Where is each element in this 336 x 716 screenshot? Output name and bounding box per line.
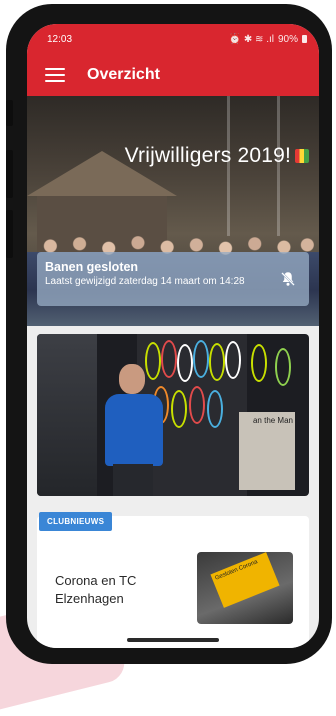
emoji-flag-icon — [295, 149, 309, 163]
racket — [177, 344, 193, 382]
status-indicator-icons: ⏰ ✱ ≋ .ıl — [228, 33, 274, 45]
closed-sign: Gesloten Corona — [210, 552, 280, 608]
screen: 12:03 ⏰ ✱ ≋ .ıl 90% Overzicht Vrijwillig… — [27, 24, 319, 648]
status-icons: ⏰ ✱ ≋ .ıl 90% — [229, 34, 307, 45]
bell-off-icon[interactable] — [279, 270, 297, 288]
shop-employee — [99, 364, 169, 496]
photo-card[interactable]: an the Man — [37, 334, 309, 496]
phone-frame: 12:03 ⏰ ✱ ≋ .ıl 90% Overzicht Vrijwillig… — [6, 4, 332, 664]
status-bar: 12:03 ⏰ ✱ ≋ .ıl 90% — [27, 24, 319, 54]
news-card[interactable]: CLUBNIEUWS Corona en TC Elzenhagen Geslo… — [37, 512, 309, 648]
racket — [251, 344, 267, 382]
racket — [189, 386, 205, 424]
court-status-notice[interactable]: Banen gesloten Laatst gewijzigd zaterdag… — [37, 252, 309, 306]
home-indicator[interactable] — [127, 638, 219, 642]
racket — [209, 343, 225, 381]
side-button — [6, 100, 13, 126]
app-bar: Overzicht — [27, 54, 319, 96]
racket — [275, 348, 291, 386]
news-title: Corona en TC Elzenhagen — [55, 573, 137, 606]
battery-icon — [302, 35, 307, 43]
hero-title: Vrijwilligers 2019! — [125, 144, 309, 168]
notice-subtitle: Laatst gewijzigd zaterdag 14 maart om 14… — [45, 276, 245, 287]
news-thumbnail: Gesloten Corona — [197, 552, 293, 624]
poster-text: an the Man — [252, 416, 293, 425]
volume-up-button — [6, 150, 13, 198]
hamburger-menu-icon[interactable] — [45, 68, 65, 82]
racket — [193, 340, 209, 378]
store-shelf — [37, 334, 97, 496]
volume-down-button — [6, 210, 13, 258]
battery-level: 90% — [277, 33, 298, 45]
notice-title: Banen gesloten — [45, 260, 139, 274]
status-time: 12:03 — [47, 33, 73, 45]
page-title: Overzicht — [87, 66, 160, 83]
racket — [171, 390, 187, 428]
category-badge: CLUBNIEUWS — [39, 512, 113, 531]
racket — [225, 341, 241, 379]
hero-title-text: Vrijwilligers 2019! — [124, 144, 291, 167]
racket — [207, 390, 223, 428]
